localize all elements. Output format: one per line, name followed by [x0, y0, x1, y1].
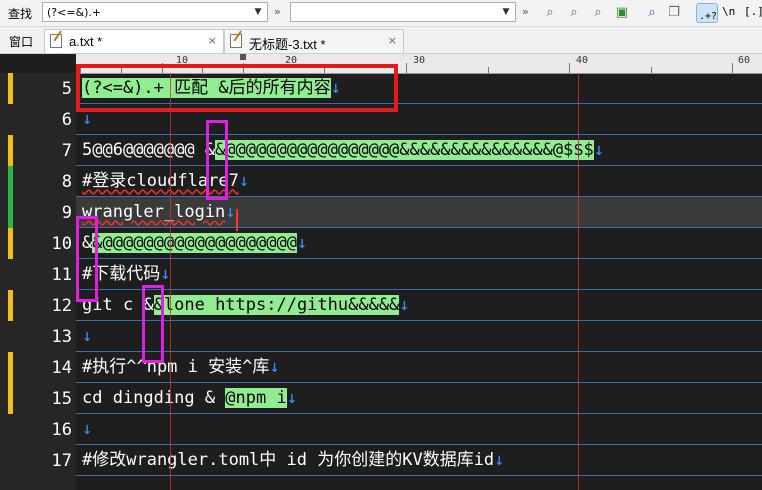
line-text: ↓ — [82, 418, 92, 440]
ruler-label: 30 — [413, 55, 426, 66]
find-label: 查找 — [8, 7, 33, 21]
match-highlight: @npm i — [225, 388, 287, 408]
line-number: 14 — [51, 358, 72, 378]
match-highlight: &@@@@@@@@@@@@@@@@@&&&&&&&&&&&&&&&@$$$ — [215, 140, 594, 160]
regex-toggle[interactable]: .+? — [696, 3, 718, 23]
find-input[interactable]: (?<=&).+ ▼ — [42, 2, 268, 22]
text-segment: #执行^^npm i 安装^库 — [82, 357, 270, 377]
line-number: 5 — [61, 79, 72, 99]
line-text: #执行^^npm i 安装^库↓ — [82, 356, 280, 378]
newline-marker-icon: ↓ — [593, 140, 605, 160]
match-highlight: &@@@@@@@@@@@@@@@@@@@ — [92, 233, 297, 253]
pink-annotation-box — [76, 216, 98, 302]
ruler-tick — [406, 63, 407, 73]
pink-annotation-box — [206, 120, 228, 200]
column-guide — [578, 73, 579, 490]
chevron-down-icon[interactable]: ▼ — [499, 4, 513, 20]
search-icon[interactable]: ⌕ — [642, 3, 662, 23]
editor-line[interactable]: 14 #执行^^npm i 安装^库↓ — [0, 352, 762, 383]
newline-marker-icon: ↓ — [296, 233, 308, 253]
find-input-value: (?<=&).+ — [47, 6, 102, 19]
tab-bar: 窗口 a.txt * × 无标题-3.txt * × — [0, 27, 762, 54]
editor-line[interactable]: 12 git c &&lone https://githu&&&&&↓ — [0, 290, 762, 321]
line-number: 16 — [51, 420, 72, 440]
file-edit-icon — [230, 34, 242, 48]
pink-annotation-box — [142, 285, 164, 363]
file-edit-icon — [50, 34, 62, 48]
newline-marker-icon: ↓ — [269, 357, 280, 377]
ruler-label: 60 — [738, 55, 751, 66]
line-number: 13 — [51, 327, 72, 347]
newline-marker-icon: ↓ — [82, 109, 93, 129]
double-chevron-icon[interactable]: » — [522, 5, 529, 18]
tab-untitled-3[interactable]: 无标题-3.txt * × — [224, 29, 404, 53]
line-number: 12 — [51, 296, 72, 316]
tab-label: 无标题-3.txt * — [249, 37, 326, 52]
ruler-label: 40 — [576, 55, 589, 66]
ruler-tick — [569, 63, 570, 73]
editor-line[interactable]: 16 ↓ — [0, 414, 762, 445]
red-annotation-box — [76, 64, 398, 112]
find-toolbar: 查找 (?<=&).+ ▼ » ▼ » ⌕ ⌕ ⌕ ▣ ⌕ ❐ .+? \n [… — [0, 0, 762, 27]
line-text: git c &&lone https://githu&&&&&↓ — [82, 294, 410, 316]
line-text: #修改wrangler.toml中 id 为你创建的KV数据库id↓ — [82, 449, 504, 471]
newline-marker-icon: ↓ — [82, 419, 93, 439]
ruler-tick — [732, 63, 733, 73]
double-chevron-icon[interactable]: » — [274, 5, 281, 18]
line-text: 5@@6@@@@@@@ &&@@@@@@@@@@@@@@@@@&&&&&&&&&… — [82, 139, 604, 161]
line-number: 11 — [51, 265, 72, 285]
editor-line[interactable]: 11 #下载代码↓ — [0, 259, 762, 290]
text-segment: cd dingding & — [82, 388, 226, 408]
replace-input[interactable]: ▼ — [290, 2, 516, 22]
editor-line[interactable]: 8 #登录cloudflare7↓ — [0, 166, 762, 197]
copy-icon[interactable]: ❐ — [664, 3, 684, 23]
newline-marker-icon: ↓ — [399, 295, 410, 315]
tab-label: a.txt * — [69, 34, 103, 49]
find-next-icon[interactable]: ⌕ — [540, 3, 560, 23]
text-segment: #修改wrangler.toml中 id 为你创建的KV数据库id — [82, 450, 495, 470]
text-segment: 5@@6@@@@@@@ & — [82, 140, 216, 160]
editor-line[interactable]: 10 &&@@@@@@@@@@@@@@@@@@@↓ — [0, 228, 762, 259]
text-segment: wrangler_login — [82, 202, 226, 222]
text-editor[interactable]: 10 20 30 40 60 5 (?<=&).+ 匹配 &后的所有内容↓ 6 ↓ 7 5… — [0, 54, 762, 490]
line-text: ↓ — [82, 325, 92, 347]
line-text: cd dingding & @npm i↓ — [82, 387, 297, 409]
line-number: 17 — [51, 451, 72, 471]
newline-marker-icon: ↓ — [160, 264, 171, 284]
find-prev-icon[interactable]: ⌕ — [564, 3, 584, 23]
line-text: &&@@@@@@@@@@@@@@@@@@@↓ — [82, 232, 307, 254]
line-number: 6 — [61, 110, 72, 130]
newline-toggle[interactable]: \n — [722, 5, 735, 18]
line-separator — [76, 475, 762, 476]
line-number: 9 — [61, 203, 72, 223]
window-menu-label[interactable]: 窗口 — [9, 33, 33, 50]
editor-line[interactable]: 17 #修改wrangler.toml中 id 为你创建的KV数据库id↓ — [0, 445, 762, 476]
line-number: 7 — [61, 141, 72, 161]
close-icon[interactable]: × — [208, 34, 217, 47]
editor-line[interactable]: 9 wrangler_login↓ — [0, 197, 762, 228]
editor-line[interactable]: 15 cd dingding & @npm i↓ — [0, 383, 762, 414]
brackets-toggle[interactable]: [.] — [744, 5, 762, 18]
column-guide — [170, 73, 171, 490]
tab-a-txt[interactable]: a.txt * × — [44, 29, 224, 53]
close-icon[interactable]: × — [388, 34, 397, 47]
text-caret — [236, 209, 238, 231]
newline-marker-icon: ↓ — [494, 450, 505, 470]
newline-marker-icon: ↓ — [286, 388, 297, 408]
editor-line[interactable]: 7 5@@6@@@@@@@ &&@@@@@@@@@@@@@@@@@&&&&&&&&… — [0, 135, 762, 166]
line-number: 10 — [51, 234, 72, 254]
replace-all-icon[interactable]: ▣ — [612, 3, 632, 23]
line-text: wrangler_login↓ — [82, 201, 236, 223]
newline-marker-icon: ↓ — [82, 326, 93, 346]
newline-marker-icon: ↓ — [225, 202, 236, 222]
line-number: 15 — [51, 389, 72, 409]
chevron-down-icon[interactable]: ▼ — [251, 4, 265, 20]
replace-icon[interactable]: ⌕ — [588, 3, 608, 23]
line-number: 8 — [61, 172, 72, 192]
match-highlight: &lone https://githu&&&&& — [153, 295, 400, 315]
regex-label: .+? — [699, 11, 718, 22]
ruler-cursor-marker — [240, 54, 246, 60]
editor-line[interactable]: 13 ↓ — [0, 321, 762, 352]
newline-marker-icon: ↓ — [238, 171, 250, 191]
